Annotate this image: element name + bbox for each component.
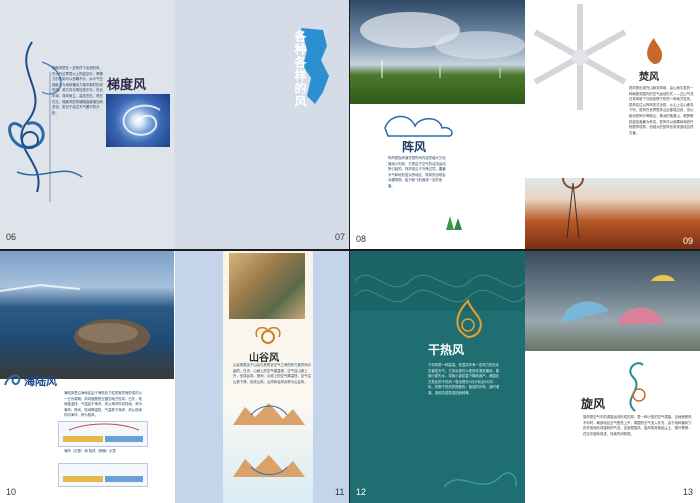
spread-06-07: 梯度风 梯度风是在一定条件下出现的风，在大气边界层以上的高空中，摩擦力的作用可以… [0,0,349,249]
page-number: 11 [335,487,345,497]
valley-wind-diagram-day [233,403,305,425]
bottom-wave-ornament [443,472,518,488]
page-09: 焚风 焚风是出现在山脉背风坡，由山地引发的一种局部范围内的空气运动形式——过山气… [525,0,700,249]
cyclone-satellite-image [106,94,170,147]
whirlwind-body: 旋风是空气中的涡旋运动形成的风，是一种小型的空气涡旋。当地面受热不均时，局部地区… [583,415,692,436]
page-title-gust: 阵风 [402,140,427,154]
page-title-mountain-valley-wind: 山谷风 [249,353,279,364]
page-number: 12 [356,487,367,497]
windmill-fan-graphic [533,4,627,110]
page-08: 阵风 阵风是指风速在短时间内突然增大又迅速减小的风，它是由于空气的湍流运动所引起… [350,0,525,249]
spread-10-11: 海陆风 海陆风是沿海地区由于海陆热力性质差异而形成的以一日为周期、风向随昼夜交替… [0,251,349,503]
page-number: 09 [683,236,694,246]
page-title-whirlwind: 旋风 [581,397,606,411]
wave-ornament [4,374,21,386]
spread-08-09: 阵风 阵风是指风速在短时间内突然增大又迅速减小的风，它是由于空气的湍流运动所引起… [350,0,700,249]
page-11: 山谷风 山谷风是由于山谷与其附近空气之间的热力差异而引起的。白天，山坡上的空气增… [175,251,349,503]
sea-breeze-diagram [58,421,148,447]
wind-farm-landscape-photo [350,0,525,104]
cloud-ornament [384,115,453,137]
page-07: 各种各样的风 07 [175,0,349,249]
flame-sun-ornament [456,299,482,339]
umbrellas-in-wind-photo [525,251,700,351]
tree-illustration [446,216,462,230]
desert-windmill-photo [525,167,700,249]
sea-land-diagram-caption: 海风（白昼）和 陆风（夜晚）示意 [64,449,116,453]
page-title-dry-hot-wind: 干热风 [428,343,465,357]
canyon-photo [229,253,305,319]
page-12: 干热风 干热风是一种高温、低湿并伴有一定风力的农业灾害性天气，它多出现在小麦扬花… [350,251,525,503]
flame-ornament [647,38,663,64]
page-13: 旋风 旋风是空气中的涡旋运动形成的风，是一种小型的空气涡旋。当地面受热不均时，局… [525,251,700,503]
spread-12-13: 干热风 干热风是一种高温、低湿并伴有一定风力的农业灾害性天气，它多出现在小麦扬花… [350,251,700,503]
valley-wind-diagram-night [233,455,305,477]
page-number: 06 [6,232,17,242]
page-title-foehn: 焚风 [639,72,659,83]
gradient-wind-body: 梯度风是在一定条件下出现的风，在大气边界层以上的高空中，摩擦力的作用可以忽略不计… [52,66,103,115]
swirl-ornament [629,362,646,412]
page-10: 海陆风 海陆风是沿海地区由于海陆热力性质差异而形成的以一日为周期、风向随昼夜交替… [0,251,174,503]
page-number: 08 [356,234,367,244]
gust-body: 阵风是指风速在短时间内突然增大又迅速减小的风，它是由于空气的湍流运动所引起的。阵… [388,156,446,188]
mountain-valley-body: 山谷风是由于山谷与其附近空气之间的热力差异而引起的。白天，山坡上的空气增温快，空… [233,363,311,384]
page-number: 13 [683,487,694,497]
land-breeze-diagram [58,463,148,487]
section-vertical-title: 各种各样的风 [293,30,307,108]
page-06: 梯度风 梯度风是在一定条件下出现的风，在大气边界层以上的高空中，摩擦力的作用可以… [0,0,174,249]
page-number: 07 [335,232,346,242]
seashore-rock-photo [0,251,174,379]
flower-ornament [255,326,281,344]
sea-land-breeze-body: 海陆风是沿海地区由于海陆热力性质差异而形成的以一日为周期、风向随昼夜交替的地方性… [64,391,142,418]
page-title-gradient-wind: 梯度风 [107,78,147,93]
page-number: 10 [6,487,17,497]
decorative-pattern-band [350,251,525,311]
dry-hot-wind-body: 干热风是一种高温、低湿并伴有一定风力的农业灾害性天气，它多出现在小麦扬花灌浆期间… [428,363,500,395]
